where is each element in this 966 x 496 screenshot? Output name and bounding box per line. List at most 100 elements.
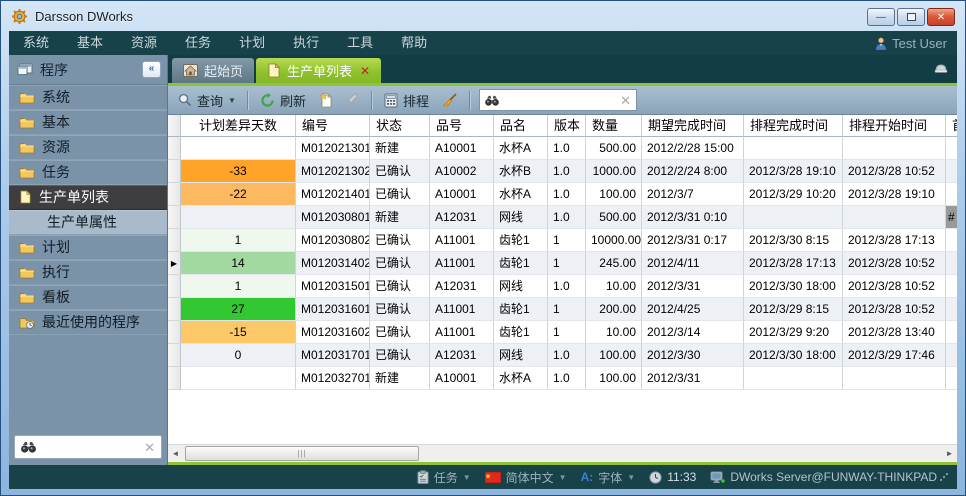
sidebar-item-2[interactable]: 资源	[9, 135, 167, 160]
row-selector[interactable]	[168, 344, 181, 367]
cell-clipped[interactable]	[946, 367, 957, 390]
cell-sched_start[interactable]	[843, 137, 946, 160]
column-header-7[interactable]: 期望完成时间	[642, 115, 744, 137]
cell-version[interactable]: 1	[548, 321, 586, 344]
menu-item-4[interactable]: 计划	[225, 31, 279, 55]
cell-status[interactable]: 已确认	[370, 160, 430, 183]
cell-diff[interactable]	[181, 137, 296, 160]
cell-item_no[interactable]: A12031	[430, 206, 494, 229]
cell-sched_end[interactable]	[744, 137, 843, 160]
toolbar-filter-input[interactable]	[504, 92, 615, 108]
cell-qty[interactable]: 500.00	[586, 137, 642, 160]
cell-qty[interactable]: 10.00	[586, 275, 642, 298]
task-dropdown[interactable]: 任务 ▼	[413, 469, 475, 486]
cell-version[interactable]: 1.0	[548, 275, 586, 298]
cell-version[interactable]: 1.0	[548, 344, 586, 367]
cell-sched_end[interactable]	[744, 367, 843, 390]
cell-item_name[interactable]: 网线	[494, 275, 548, 298]
cell-item_name[interactable]: 齿轮1	[494, 298, 548, 321]
cell-code[interactable]: M012032701	[296, 367, 370, 390]
query-dropdown-icon[interactable]: ▼	[228, 96, 236, 105]
cell-code[interactable]: M012031501	[296, 275, 370, 298]
table-row[interactable]: 0M012031701已确认A12031网线1.0100.002012/3/30…	[168, 344, 957, 367]
cell-expect[interactable]: 2012/4/25	[642, 298, 744, 321]
scrollbar-thumb[interactable]: |||	[185, 446, 419, 461]
sidebar-search-input[interactable]	[42, 439, 138, 455]
cell-status[interactable]: 新建	[370, 206, 430, 229]
resize-grip[interactable]	[940, 473, 948, 481]
column-header-0[interactable]: 计划差异天数	[181, 115, 296, 137]
cell-version[interactable]: 1	[548, 229, 586, 252]
cell-expect[interactable]: 2012/2/24 8:00	[642, 160, 744, 183]
cell-sched_end[interactable]: 2012/3/30 18:00	[744, 275, 843, 298]
sidebar-item-1[interactable]: 基本	[9, 110, 167, 135]
cell-sched_end[interactable]: 2012/3/28 17:13	[744, 252, 843, 275]
cell-qty[interactable]: 100.00	[586, 183, 642, 206]
cell-code[interactable]: M012021401	[296, 183, 370, 206]
tab-production-order-list[interactable]: 生产单列表 ✕	[256, 58, 381, 83]
cell-item_no[interactable]: A10002	[430, 160, 494, 183]
cell-version[interactable]: 1.0	[548, 183, 586, 206]
cell-code[interactable]: M012030801	[296, 206, 370, 229]
column-header-8[interactable]: 排程完成时间	[744, 115, 843, 137]
cell-status[interactable]: 已确认	[370, 252, 430, 275]
cell-sched_end[interactable]: 2012/3/29 9:20	[744, 321, 843, 344]
cell-code[interactable]: M012030802	[296, 229, 370, 252]
cell-sched_end[interactable]: 2012/3/30 8:15	[744, 229, 843, 252]
cell-sched_start[interactable]	[843, 206, 946, 229]
cell-clipped[interactable]	[946, 160, 957, 183]
cell-item_name[interactable]: 齿轮1	[494, 252, 548, 275]
cell-version[interactable]: 1.0	[548, 160, 586, 183]
row-selector[interactable]	[168, 275, 181, 298]
cell-item_no[interactable]: A10001	[430, 137, 494, 160]
menu-item-1[interactable]: 基本	[63, 31, 117, 55]
toolbar-filter-clear-icon[interactable]: ✕	[620, 94, 631, 107]
cell-item_name[interactable]: 水杯A	[494, 137, 548, 160]
title-bar[interactable]: Darsson DWorks — ✕	[1, 1, 965, 31]
sidebar-item-9[interactable]: 最近使用的程序	[9, 310, 167, 335]
cell-sched_start[interactable]: 2012/3/29 17:46	[843, 344, 946, 367]
cell-sched_end[interactable]: 2012/3/30 18:00	[744, 344, 843, 367]
cell-sched_end[interactable]: 2012/3/28 19:10	[744, 160, 843, 183]
cell-version[interactable]: 1.0	[548, 137, 586, 160]
sidebar-item-7[interactable]: 执行	[9, 260, 167, 285]
restore-button[interactable]	[897, 8, 925, 26]
cell-status[interactable]: 已确认	[370, 183, 430, 206]
new-button[interactable]	[314, 90, 338, 110]
sidebar-item-8[interactable]: 看板	[9, 285, 167, 310]
menu-item-3[interactable]: 任务	[171, 31, 225, 55]
column-header-1[interactable]: 编号	[296, 115, 370, 137]
cell-code[interactable]: M012031701	[296, 344, 370, 367]
cell-sched_start[interactable]: 2012/3/28 10:52	[843, 275, 946, 298]
sidebar-item-3[interactable]: 任务	[9, 160, 167, 185]
column-header-5[interactable]: 版本	[548, 115, 586, 137]
cell-clipped[interactable]	[946, 344, 957, 367]
cell-qty[interactable]: 10000.00	[586, 229, 642, 252]
sidebar-item-0[interactable]: 系统	[9, 85, 167, 110]
cell-diff[interactable]: 27	[181, 298, 296, 321]
menu-item-5[interactable]: 执行	[279, 31, 333, 55]
cell-version[interactable]: 1	[548, 252, 586, 275]
scroll-left-icon[interactable]: ◄	[168, 445, 183, 462]
cell-qty[interactable]: 100.00	[586, 367, 642, 390]
column-header-2[interactable]: 状态	[370, 115, 430, 137]
cell-sched_end[interactable]: 2012/3/29 8:15	[744, 298, 843, 321]
cell-item_no[interactable]: A12031	[430, 275, 494, 298]
cell-status[interactable]: 已确认	[370, 321, 430, 344]
cell-clipped[interactable]: #	[946, 206, 957, 229]
row-selector[interactable]	[168, 206, 181, 229]
cell-qty[interactable]: 245.00	[586, 252, 642, 275]
cell-version[interactable]: 1.0	[548, 367, 586, 390]
cell-qty[interactable]: 500.00	[586, 206, 642, 229]
cell-code[interactable]: M012021301	[296, 137, 370, 160]
cell-code[interactable]: M012031602	[296, 321, 370, 344]
tab-overflow-icon[interactable]	[933, 61, 949, 74]
cell-item_no[interactable]: A11001	[430, 321, 494, 344]
row-selector[interactable]	[168, 137, 181, 160]
cell-expect[interactable]: 2012/3/31	[642, 275, 744, 298]
cell-expect[interactable]: 2012/3/31	[642, 367, 744, 390]
cell-item_name[interactable]: 水杯A	[494, 367, 548, 390]
cell-item_name[interactable]: 网线	[494, 206, 548, 229]
font-dropdown[interactable]: A: 字体 ▼	[577, 469, 640, 486]
cell-clipped[interactable]	[946, 252, 957, 275]
